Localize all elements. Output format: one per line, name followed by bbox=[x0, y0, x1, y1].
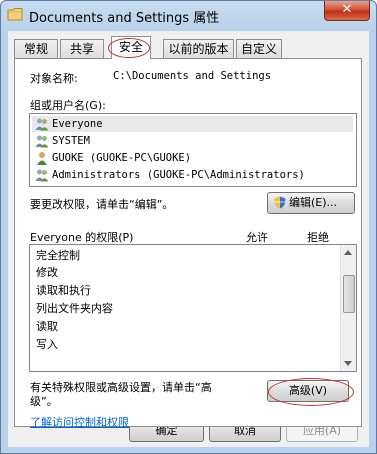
list-item: 修改 bbox=[36, 266, 58, 279]
highlight-circle bbox=[268, 378, 354, 406]
deny-column-header: 拒绝 bbox=[307, 231, 329, 244]
list-item: 列出文件夹内容 bbox=[36, 302, 113, 315]
tab-sharing[interactable]: 共享 bbox=[60, 39, 104, 58]
groups-label: 组或用户名(G): bbox=[30, 99, 106, 112]
scroll-up-arrow-icon[interactable] bbox=[344, 250, 352, 255]
permissions-label: Everyone 的权限(P) bbox=[30, 231, 134, 244]
user-icon bbox=[37, 152, 47, 165]
window-title: Documents and Settings 属性 bbox=[29, 11, 220, 26]
object-name-value: C:\Documents and Settings bbox=[113, 70, 272, 82]
close-button[interactable]: ✕ bbox=[324, 1, 370, 21]
permissions-list[interactable]: 完全控制 修改 读取和执行 列出文件夹内容 读取 写入 bbox=[29, 244, 357, 372]
advanced-button[interactable]: 高级(V) bbox=[267, 378, 354, 406]
title-bar[interactable]: Documents and Settings 属性 ✕ bbox=[1, 1, 376, 31]
allow-column-header: 允许 bbox=[246, 231, 268, 244]
list-item: 完全控制 bbox=[36, 249, 80, 262]
tab-general[interactable]: 常规 bbox=[14, 39, 58, 58]
list-item: 读取 bbox=[36, 320, 58, 333]
security-tab-panel: 对象名称: C:\Documents and Settings 组或用户名(G)… bbox=[14, 58, 362, 430]
permissions-scrollbar[interactable] bbox=[340, 245, 356, 371]
tab-security[interactable]: 安全 bbox=[108, 36, 151, 59]
group-users-icon bbox=[35, 169, 49, 182]
scroll-down-arrow-icon[interactable] bbox=[344, 361, 352, 366]
users-listbox[interactable]: Everyone SYSTEM GUOKE (GUOKE-PC\GUOKE) A… bbox=[29, 113, 357, 187]
scroll-thumb[interactable] bbox=[343, 275, 355, 313]
group-users-icon bbox=[35, 118, 49, 131]
edit-button[interactable]: 编辑(E)... bbox=[267, 192, 355, 214]
properties-window: Documents and Settings 属性 ✕ 常规 共享 安全 以前的… bbox=[0, 0, 377, 454]
object-name-label: 对象名称: bbox=[30, 72, 78, 85]
highlight-circle bbox=[108, 38, 150, 58]
shield-icon bbox=[274, 196, 286, 209]
close-icon: ✕ bbox=[341, 2, 353, 17]
change-permissions-text: 要更改权限，请单击“编辑”。 bbox=[30, 198, 174, 211]
list-item-everyone[interactable]: Everyone bbox=[32, 116, 353, 132]
advanced-text-line2: 级”。 bbox=[30, 395, 58, 408]
tab-customize[interactable]: 自定义 bbox=[236, 39, 282, 58]
dialog-client-area: 常规 共享 安全 以前的版本 自定义 对象名称: C:\Documents an… bbox=[8, 31, 369, 447]
list-item: 写入 bbox=[36, 338, 58, 351]
group-users-icon bbox=[35, 135, 49, 148]
tab-previous-versions[interactable]: 以前的版本 bbox=[163, 39, 234, 58]
list-item: 读取和执行 bbox=[36, 284, 91, 297]
learn-access-control-link[interactable]: 了解访问控制和权限 bbox=[30, 414, 129, 430]
folder-icon bbox=[7, 8, 23, 21]
